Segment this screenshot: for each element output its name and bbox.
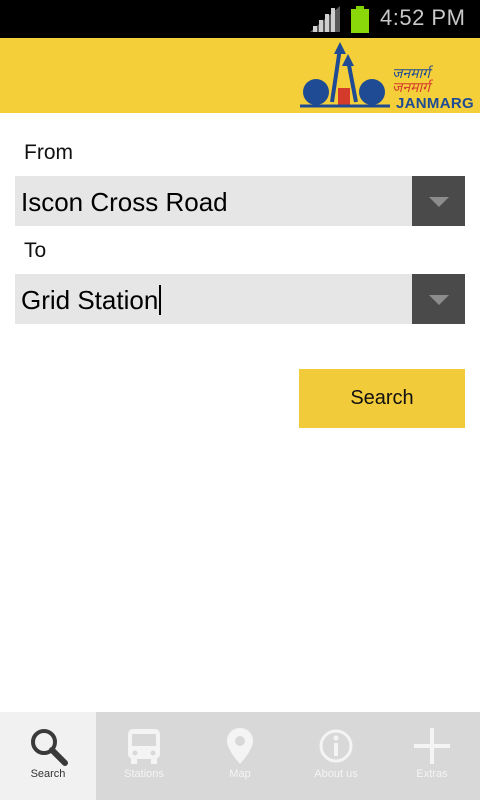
from-spinner[interactable]: Iscon Cross Road bbox=[15, 176, 465, 226]
tab-extras[interactable]: Extras bbox=[384, 712, 480, 800]
to-value-wrap: Grid Station bbox=[21, 285, 162, 316]
janmarg-logo: जनमार्ग जनमार्ग JANMARG bbox=[300, 40, 480, 112]
from-value: Iscon Cross Road bbox=[21, 187, 228, 217]
chevron-down-icon bbox=[429, 197, 449, 207]
from-dropdown-button[interactable] bbox=[412, 176, 465, 226]
signal-icon bbox=[310, 6, 340, 32]
to-value: Grid Station bbox=[21, 285, 159, 315]
tab-label: Extras bbox=[416, 768, 448, 780]
battery-icon bbox=[351, 6, 369, 33]
tab-stations[interactable]: Stations bbox=[96, 712, 192, 800]
from-label: From bbox=[24, 141, 73, 164]
to-dropdown-button[interactable] bbox=[412, 274, 465, 324]
search-button[interactable]: Search bbox=[299, 369, 465, 428]
tab-about-us[interactable]: About us bbox=[288, 712, 384, 800]
tab-label: Map bbox=[229, 768, 251, 780]
janmarg-emblem-icon bbox=[300, 42, 390, 108]
app-header: जनमार्ग जनमार्ग JANMARG bbox=[0, 38, 480, 113]
tab-label: About us bbox=[314, 768, 358, 780]
magnifier-icon bbox=[31, 729, 68, 766]
plus-icon bbox=[414, 728, 450, 764]
chevron-down-icon bbox=[429, 295, 449, 305]
info-icon bbox=[319, 729, 353, 763]
bottom-tab-bar: Search Stations Map About us Extras bbox=[0, 712, 480, 800]
tab-label: Search bbox=[30, 768, 66, 780]
to-label: To bbox=[24, 239, 47, 262]
bus-icon bbox=[128, 729, 160, 764]
tab-label: Stations bbox=[124, 768, 164, 780]
status-bar: 4:52 PM bbox=[0, 0, 480, 38]
tab-search[interactable]: Search bbox=[0, 712, 96, 800]
map-pin-icon bbox=[227, 728, 253, 764]
status-clock: 4:52 PM bbox=[380, 5, 466, 30]
to-spinner[interactable]: Grid Station bbox=[15, 274, 465, 324]
tab-map[interactable]: Map bbox=[192, 712, 288, 800]
logo-name: JANMARG bbox=[396, 95, 474, 112]
text-caret bbox=[159, 285, 162, 315]
